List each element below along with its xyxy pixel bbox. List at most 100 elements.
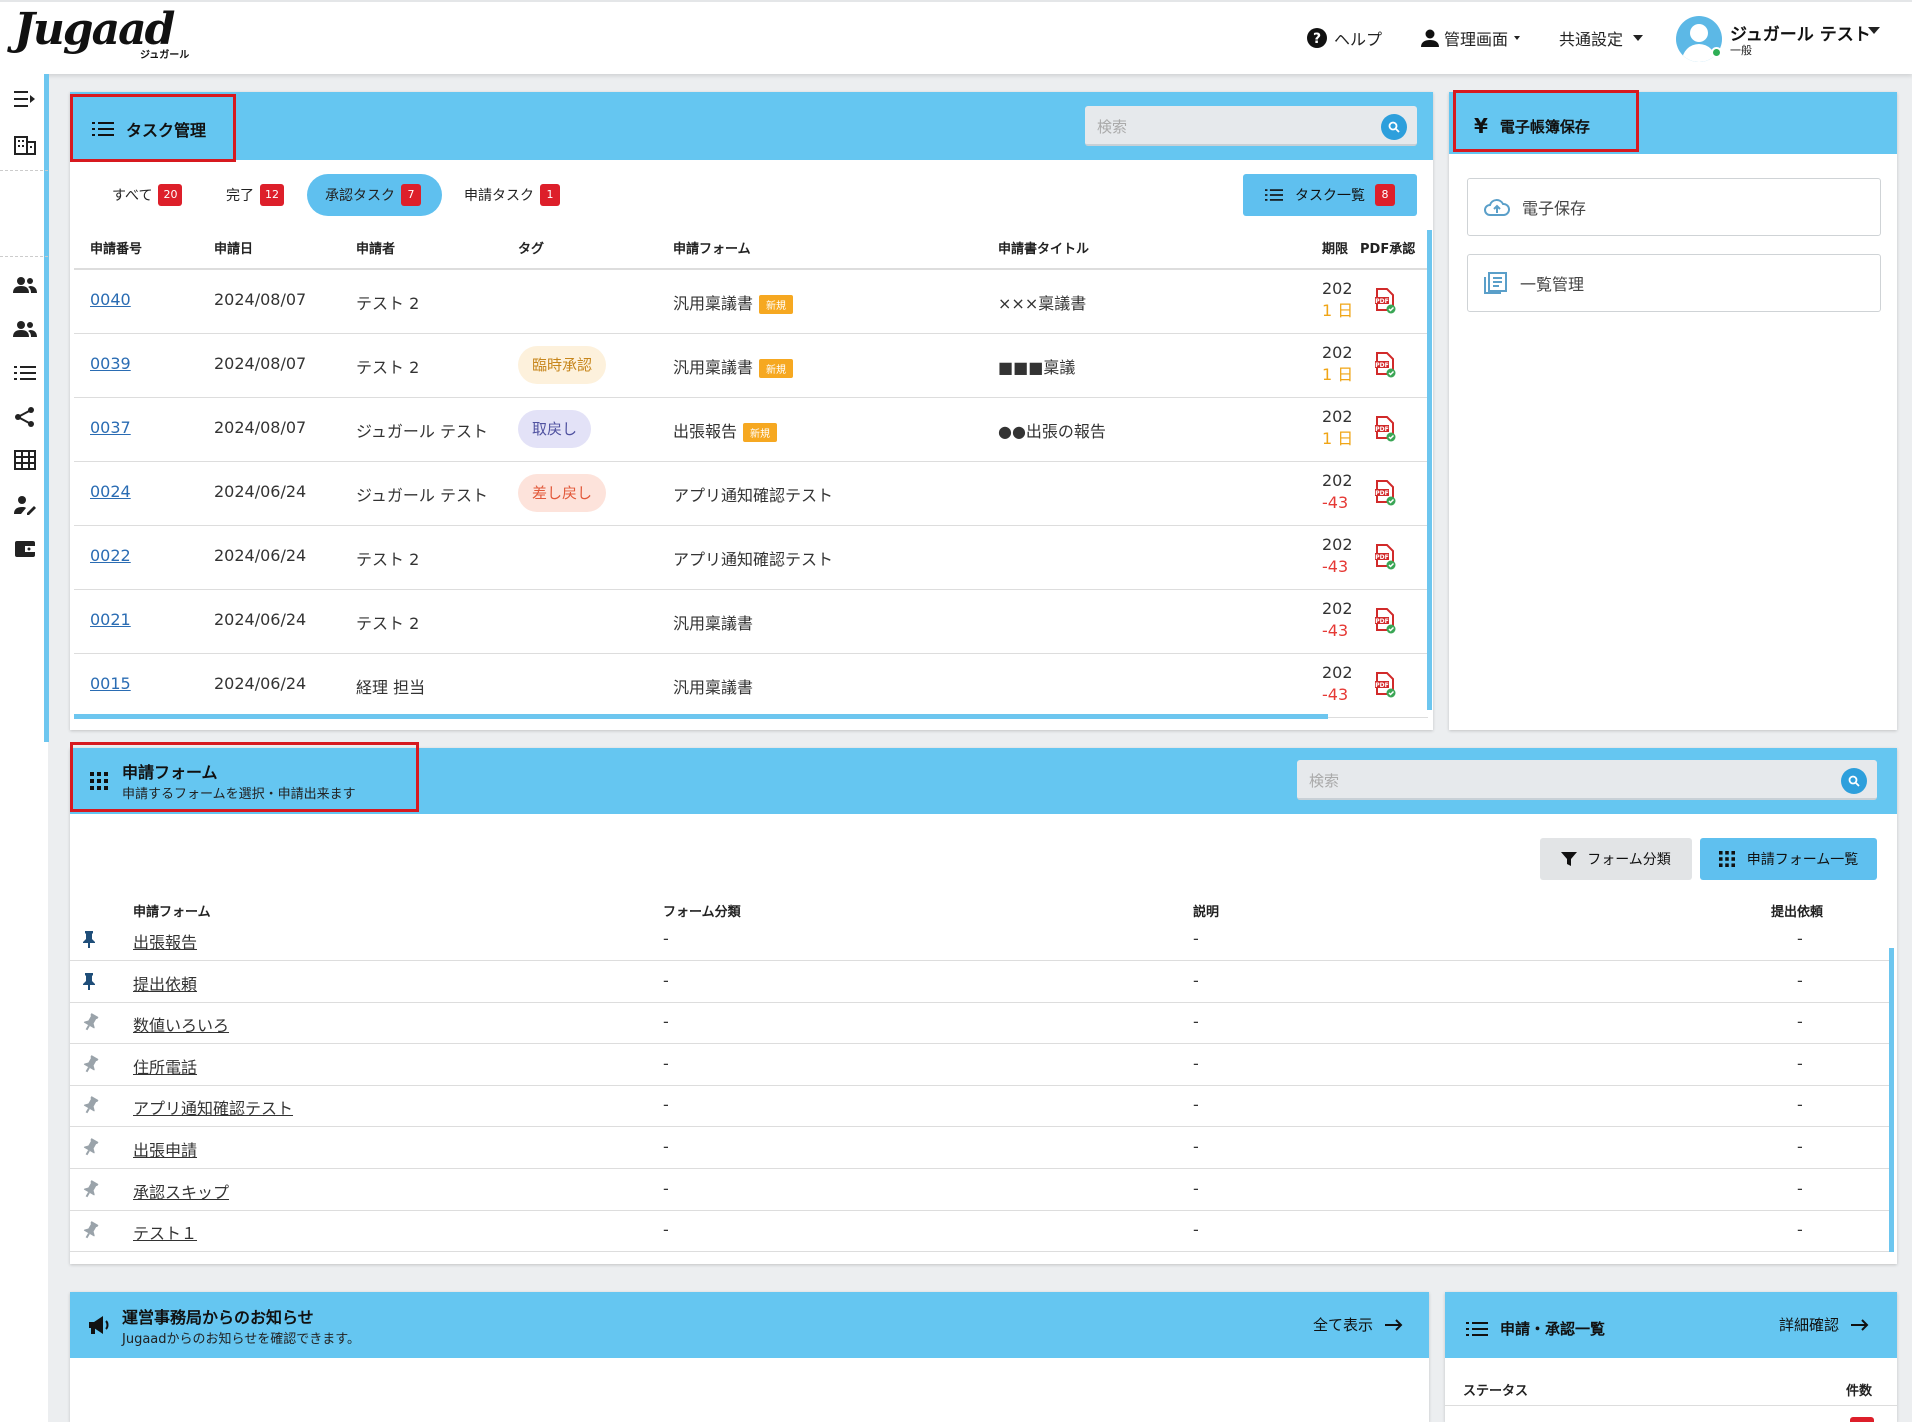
form-link[interactable]: 出張報告 bbox=[133, 929, 197, 953]
unpinned-icon[interactable] bbox=[82, 1054, 100, 1075]
form-description: - bbox=[1193, 1220, 1199, 1240]
table-icon[interactable] bbox=[12, 447, 38, 473]
user-edit-icon[interactable] bbox=[12, 492, 38, 518]
approvals-count-badge bbox=[1850, 1417, 1874, 1422]
list-item[interactable]: 出張報告 - - - bbox=[70, 920, 1894, 961]
list-item[interactable]: 提出依頼 - - - bbox=[70, 962, 1894, 1003]
unpinned-icon[interactable] bbox=[82, 1013, 100, 1033]
task-table-vertical-scrollbar[interactable] bbox=[1427, 230, 1432, 710]
request-number-link[interactable]: 0021 bbox=[90, 610, 131, 629]
search-icon[interactable] bbox=[1381, 114, 1407, 140]
form-link[interactable]: 承認スキップ bbox=[133, 1179, 229, 1203]
wallet-icon[interactable] bbox=[12, 536, 38, 562]
request-number-link[interactable]: 0039 bbox=[90, 354, 131, 373]
applicant: テスト 2 bbox=[356, 294, 420, 313]
task-table-horizontal-scrollbar[interactable] bbox=[74, 714, 1328, 719]
form-link[interactable]: 住所電話 bbox=[133, 1054, 197, 1078]
edoc-list-button[interactable]: 一覧管理 bbox=[1467, 254, 1881, 312]
list-item[interactable]: アプリ通知確認テスト - - - bbox=[70, 1086, 1894, 1128]
unpinned-icon[interactable] bbox=[82, 1221, 100, 1241]
request-title: ■■■稟議 bbox=[998, 358, 1076, 377]
settings-menu[interactable]: 共通設定 bbox=[1559, 25, 1644, 51]
table-row[interactable]: 0021 2024/06/24 テスト 2 汎用稟議書 202 -43 PDF bbox=[74, 590, 1428, 654]
list-icon[interactable] bbox=[12, 360, 38, 386]
request-number-link[interactable]: 0040 bbox=[90, 290, 131, 309]
form-category: - bbox=[663, 1137, 669, 1156]
tab-done[interactable]: 完了 12 bbox=[226, 174, 284, 216]
pdf-approve-icon[interactable]: PDF bbox=[1374, 288, 1396, 314]
share-icon[interactable] bbox=[12, 404, 38, 430]
user-menu-chevron-icon[interactable] bbox=[1868, 27, 1880, 34]
unpinned-icon[interactable] bbox=[82, 1179, 100, 1200]
list-item[interactable]: 承認スキップ - - - bbox=[70, 1170, 1894, 1211]
help-link[interactable]: ? ヘルプ bbox=[1306, 25, 1382, 51]
pdf-approve-icon[interactable]: PDF bbox=[1374, 480, 1396, 506]
table-row[interactable]: 0037 2024/08/07 ジュガール テスト 取戻し 出張報告 新規 ●●出張の報告 2… bbox=[74, 398, 1428, 462]
help-label: ヘルプ bbox=[1334, 30, 1383, 49]
settings-label: 共通設定 bbox=[1559, 30, 1624, 49]
form-description: - bbox=[1193, 929, 1199, 948]
tab-request[interactable]: 申請タスク 1 bbox=[464, 174, 560, 216]
list-item[interactable]: テスト１ - - - bbox=[70, 1211, 1894, 1253]
notice-show-all-link[interactable]: 全て表示 bbox=[1313, 1314, 1403, 1335]
admin-menu[interactable]: 管理画面 bbox=[1420, 25, 1521, 51]
company-icon[interactable] bbox=[12, 132, 38, 158]
pdf-approve-icon[interactable]: PDF bbox=[1374, 544, 1396, 570]
form-link[interactable]: テスト１ bbox=[133, 1220, 197, 1244]
task-search[interactable]: 検索 bbox=[1085, 106, 1417, 146]
request-number-link[interactable]: 0015 bbox=[90, 674, 131, 693]
tab-all[interactable]: すべて 20 bbox=[112, 174, 183, 216]
list-item[interactable]: 数値いろいろ - - - bbox=[70, 1003, 1894, 1045]
users-icon[interactable] bbox=[12, 272, 38, 298]
tab-all-count: 20 bbox=[158, 184, 183, 206]
search-icon[interactable] bbox=[1841, 768, 1867, 794]
request-number-link[interactable]: 0024 bbox=[90, 482, 131, 501]
pinned-icon[interactable] bbox=[82, 972, 100, 992]
list-item[interactable]: 住所電話 - - - bbox=[70, 1045, 1894, 1086]
table-row[interactable]: 0039 2024/08/07 テスト 2 臨時承認 汎用稟議書 新規 ■■■稟議 202 1 … bbox=[74, 334, 1428, 398]
unpinned-icon[interactable] bbox=[82, 1096, 100, 1116]
admin-label: 管理画面 bbox=[1444, 30, 1509, 49]
tab-done-count: 12 bbox=[260, 184, 284, 206]
status-tag: 取戻し bbox=[518, 410, 592, 448]
form-description: - bbox=[1193, 1012, 1199, 1032]
pdf-approve-icon[interactable]: PDF bbox=[1374, 352, 1396, 378]
sidebar-scroll-indicator bbox=[44, 74, 49, 742]
pdf-approve-icon[interactable]: PDF bbox=[1374, 608, 1396, 634]
approvals-detail-link[interactable]: 詳細確認 bbox=[1779, 1314, 1869, 1335]
pinned-icon[interactable] bbox=[82, 930, 100, 950]
pdf-approve-icon[interactable]: PDF bbox=[1374, 416, 1396, 442]
list-item[interactable]: 出張申請 - - - bbox=[70, 1128, 1894, 1169]
col-header: タグ bbox=[518, 242, 545, 257]
cloud-upload-icon bbox=[1484, 199, 1510, 216]
form-category: - bbox=[663, 1220, 669, 1240]
person-icon bbox=[1421, 29, 1439, 47]
table-row[interactable]: 0015 2024/06/24 経理 担当 汎用稟議書 202 -43 PDF bbox=[74, 654, 1428, 718]
request-date: 2024/08/07 bbox=[214, 418, 307, 437]
form-link[interactable]: アプリ通知確認テスト bbox=[133, 1095, 293, 1119]
table-row[interactable]: 0022 2024/06/24 テスト 2 アプリ通知確認テスト 202 -43 PDF bbox=[74, 526, 1428, 590]
apps-grid-icon bbox=[90, 772, 108, 794]
task-list-button[interactable]: タスク一覧 8 bbox=[1243, 174, 1417, 216]
form-link[interactable]: 提出依頼 bbox=[133, 971, 197, 995]
forms-table-scrollbar[interactable] bbox=[1889, 948, 1894, 1252]
form-name: アプリ通知確認テスト bbox=[673, 486, 834, 505]
form-list-button[interactable]: 申請フォーム一覧 bbox=[1700, 838, 1877, 880]
groups-icon[interactable] bbox=[12, 316, 38, 342]
form-category-filter-button[interactable]: フォーム分類 bbox=[1540, 838, 1692, 880]
form-link[interactable]: 数値いろいろ bbox=[133, 1012, 229, 1036]
request-number-link[interactable]: 0037 bbox=[90, 418, 131, 437]
collapse-menu-icon[interactable] bbox=[12, 86, 38, 112]
approvals-panel-title: 申請・承認一覧 bbox=[1466, 1318, 1605, 1339]
unpinned-icon[interactable] bbox=[82, 1138, 100, 1158]
table-row[interactable]: 0040 2024/08/07 テスト 2 汎用稟議書 新規 ×××稟議書 202 1 日 PD… bbox=[74, 270, 1428, 334]
form-name: 汎用稟議書 bbox=[673, 678, 754, 697]
request-number-link[interactable]: 0022 bbox=[90, 546, 131, 565]
table-row[interactable]: 0024 2024/06/24 ジュガール テスト 差し戻し アプリ通知確認テスト 202… bbox=[74, 462, 1428, 526]
request-date: 2024/06/24 bbox=[214, 482, 307, 501]
forms-search[interactable]: 検索 bbox=[1297, 760, 1877, 800]
tab-approval[interactable]: 承認タスク 7 bbox=[307, 174, 442, 216]
form-link[interactable]: 出張申請 bbox=[133, 1137, 197, 1161]
pdf-approve-icon[interactable]: PDF bbox=[1374, 672, 1396, 698]
edoc-save-button[interactable]: 電子保存 bbox=[1467, 178, 1881, 236]
